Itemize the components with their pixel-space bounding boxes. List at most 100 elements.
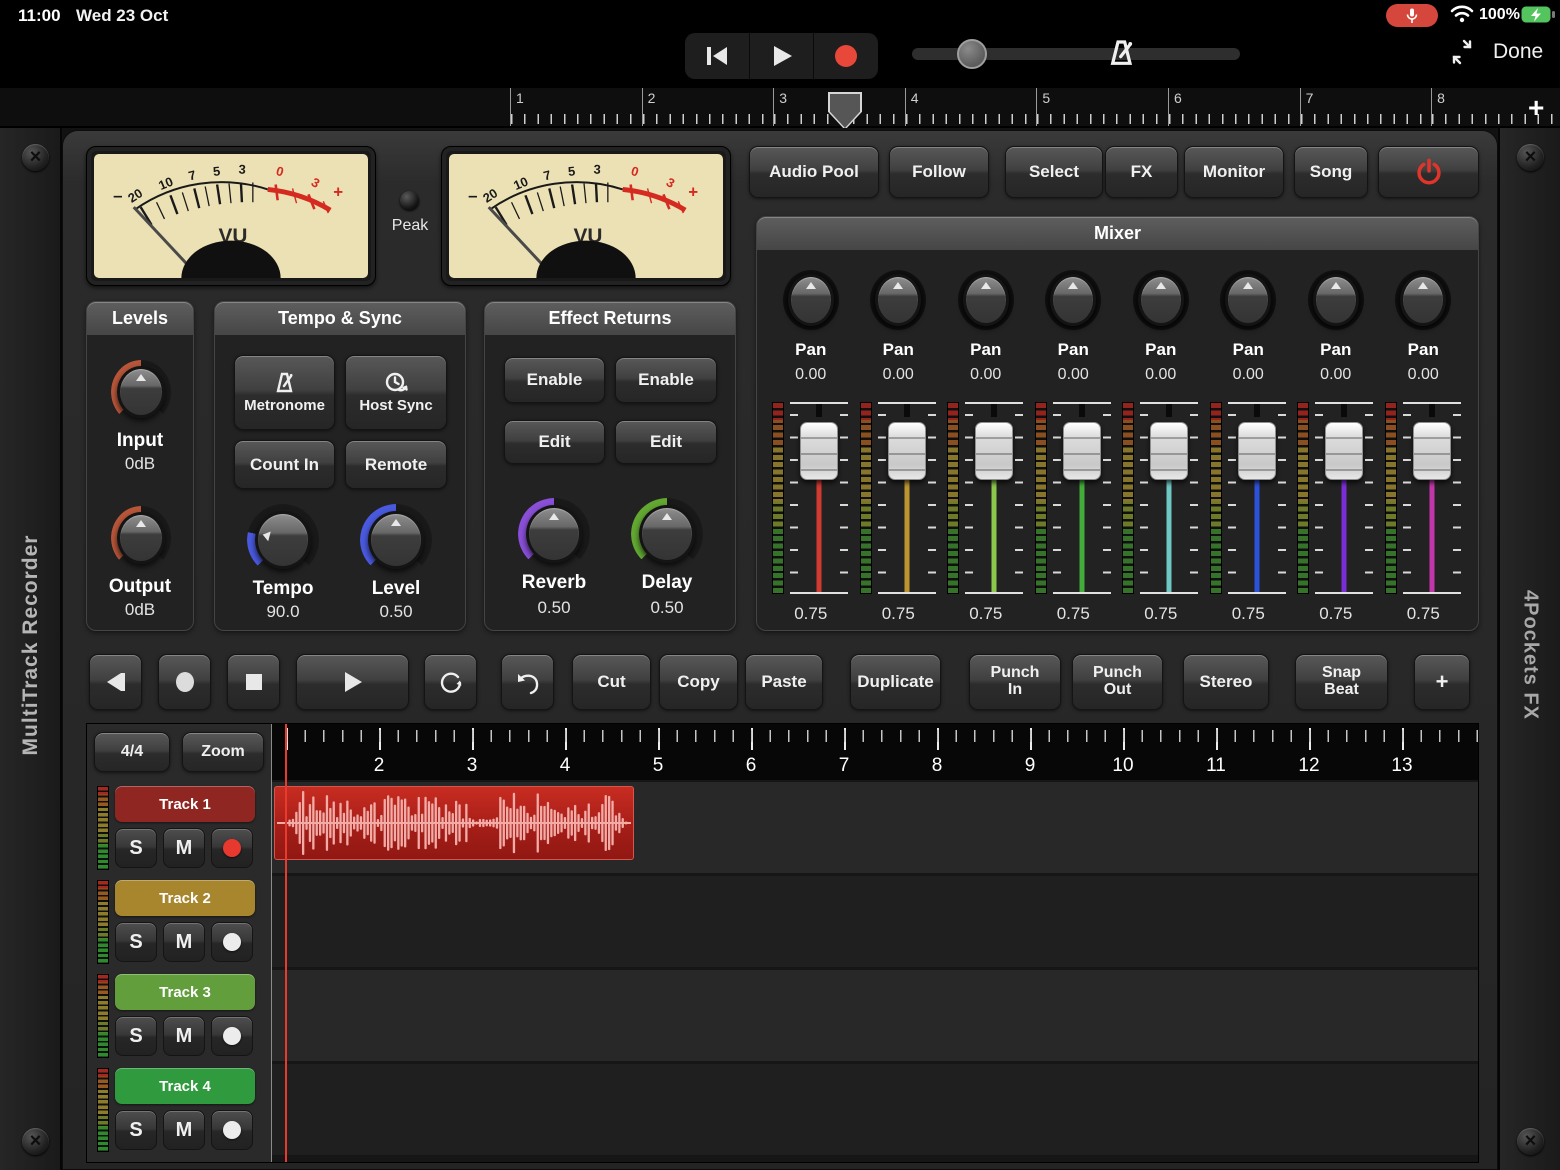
- remote-button[interactable]: Remote: [345, 440, 447, 489]
- channel-fader[interactable]: [1117, 402, 1205, 594]
- play-button[interactable]: [750, 33, 815, 79]
- panel-button[interactable]: Monitor: [1184, 146, 1284, 198]
- mixer-channel: Pan 0.00 0.75: [1380, 262, 1468, 627]
- fader-cap[interactable]: [1063, 422, 1101, 480]
- undo-button[interactable]: [501, 654, 554, 710]
- pan-knob[interactable]: [1220, 270, 1276, 330]
- microphone-indicator[interactable]: [1386, 4, 1438, 27]
- delay-enable-button[interactable]: Enable: [615, 357, 717, 403]
- time-signature-button[interactable]: 4/4: [94, 732, 170, 772]
- output-knob[interactable]: [111, 506, 171, 570]
- metronome-toggle-icon[interactable]: [1106, 38, 1138, 70]
- reverb-label: Reverb: [504, 572, 604, 594]
- fader-cap[interactable]: [800, 422, 838, 480]
- stop-button[interactable]: [227, 654, 280, 710]
- track-record-button[interactable]: [211, 828, 253, 868]
- zoom-button[interactable]: Zoom: [182, 732, 264, 772]
- input-knob[interactable]: [111, 360, 171, 424]
- pan-knob[interactable]: [1045, 270, 1101, 330]
- audio-region-track1[interactable]: [274, 786, 634, 860]
- power-button[interactable]: [1378, 146, 1479, 198]
- channel-fader[interactable]: [1205, 402, 1293, 594]
- channel-fader[interactable]: [942, 402, 1030, 594]
- track-name-button[interactable]: Track 2: [115, 880, 255, 916]
- channel-fader[interactable]: [855, 402, 943, 594]
- pan-knob[interactable]: [1395, 270, 1451, 330]
- done-button[interactable]: Done: [1493, 40, 1543, 64]
- skip-to-start-button[interactable]: [685, 33, 750, 79]
- volume-slider[interactable]: [912, 48, 1240, 60]
- pan-knob[interactable]: [1308, 270, 1364, 330]
- track-record-button[interactable]: [211, 1016, 253, 1056]
- pan-knob[interactable]: [870, 270, 926, 330]
- delay-edit-button[interactable]: Edit: [615, 420, 717, 464]
- panel-button[interactable]: Song: [1294, 146, 1368, 198]
- delay-label: Delay: [617, 572, 717, 594]
- track-solo-button[interactable]: S: [115, 1016, 157, 1056]
- add-marker-button[interactable]: +: [1528, 92, 1544, 124]
- fader-cap[interactable]: [1325, 422, 1363, 480]
- host-sync-button[interactable]: Host Sync: [345, 355, 447, 430]
- tempo-knob[interactable]: [247, 504, 319, 576]
- top-timeline-ruler[interactable]: 12345678 +: [0, 88, 1560, 126]
- playhead-line[interactable]: [285, 724, 287, 1162]
- pan-value: 0.00: [1292, 366, 1380, 384]
- fader-cap[interactable]: [888, 422, 926, 480]
- svg-text:3: 3: [593, 162, 601, 177]
- fader-cap[interactable]: [1238, 422, 1276, 480]
- cut-button[interactable]: Cut: [572, 654, 651, 710]
- track-solo-button[interactable]: S: [115, 828, 157, 868]
- loop-button[interactable]: [424, 654, 477, 710]
- track-name-button[interactable]: Track 4: [115, 1068, 255, 1104]
- record-button[interactable]: [814, 33, 878, 79]
- pan-knob[interactable]: [958, 270, 1014, 330]
- panel-button[interactable]: Select: [1005, 146, 1103, 198]
- fader-cap[interactable]: [1150, 422, 1188, 480]
- punch-in-button[interactable]: Punch In: [969, 654, 1061, 710]
- fader-value: 0.75: [942, 604, 1030, 624]
- channel-fader[interactable]: [767, 402, 855, 594]
- delay-knob[interactable]: [631, 498, 703, 570]
- pan-knob[interactable]: [1133, 270, 1189, 330]
- count-in-button[interactable]: Count In: [234, 440, 335, 489]
- pan-knob[interactable]: [783, 270, 839, 330]
- reverb-knob[interactable]: [518, 498, 590, 570]
- track-mute-button[interactable]: M: [163, 828, 205, 868]
- snap-beat-button[interactable]: Snap Beat: [1295, 654, 1388, 710]
- play-toolbar-button[interactable]: [296, 654, 409, 710]
- channel-fader[interactable]: [1292, 402, 1380, 594]
- track-record-button[interactable]: [211, 1110, 253, 1150]
- collapse-icon[interactable]: [1448, 38, 1476, 66]
- track-name-button[interactable]: Track 3: [115, 974, 255, 1010]
- sync-level-value: 0.50: [346, 602, 446, 622]
- track-mute-button[interactable]: M: [163, 1110, 205, 1150]
- arm-record-button[interactable]: [158, 654, 211, 710]
- copy-button[interactable]: Copy: [659, 654, 738, 710]
- add-track-button[interactable]: +: [1414, 654, 1470, 710]
- fader-cap[interactable]: [1413, 422, 1451, 480]
- punch-out-button[interactable]: Punch Out: [1072, 654, 1163, 710]
- track-record-button[interactable]: [211, 922, 253, 962]
- track-name-button[interactable]: Track 1: [115, 786, 255, 822]
- channel-fader[interactable]: [1380, 402, 1468, 594]
- reverb-edit-button[interactable]: Edit: [504, 420, 605, 464]
- paste-button[interactable]: Paste: [745, 654, 823, 710]
- duplicate-button[interactable]: Duplicate: [850, 654, 941, 710]
- rewind-button[interactable]: [89, 654, 142, 710]
- ruler-segment: 6: [1168, 88, 1300, 126]
- track-solo-button[interactable]: S: [115, 1110, 157, 1150]
- sync-level-knob[interactable]: [360, 504, 432, 576]
- reverb-enable-button[interactable]: Enable: [504, 357, 605, 403]
- panel-button[interactable]: Audio Pool: [749, 146, 879, 198]
- volume-slider-knob[interactable]: [957, 39, 987, 69]
- channel-fader[interactable]: [1030, 402, 1118, 594]
- track-solo-button[interactable]: S: [115, 922, 157, 962]
- track-mute-button[interactable]: M: [163, 922, 205, 962]
- track-ruler[interactable]: 4/4 Zoom 2345678910111213: [87, 724, 1478, 780]
- stereo-button[interactable]: Stereo: [1183, 654, 1269, 710]
- panel-button[interactable]: FX: [1105, 146, 1178, 198]
- metronome-button[interactable]: Metronome: [234, 355, 335, 430]
- fader-cap[interactable]: [975, 422, 1013, 480]
- track-mute-button[interactable]: M: [163, 1016, 205, 1056]
- panel-button[interactable]: Follow: [889, 146, 989, 198]
